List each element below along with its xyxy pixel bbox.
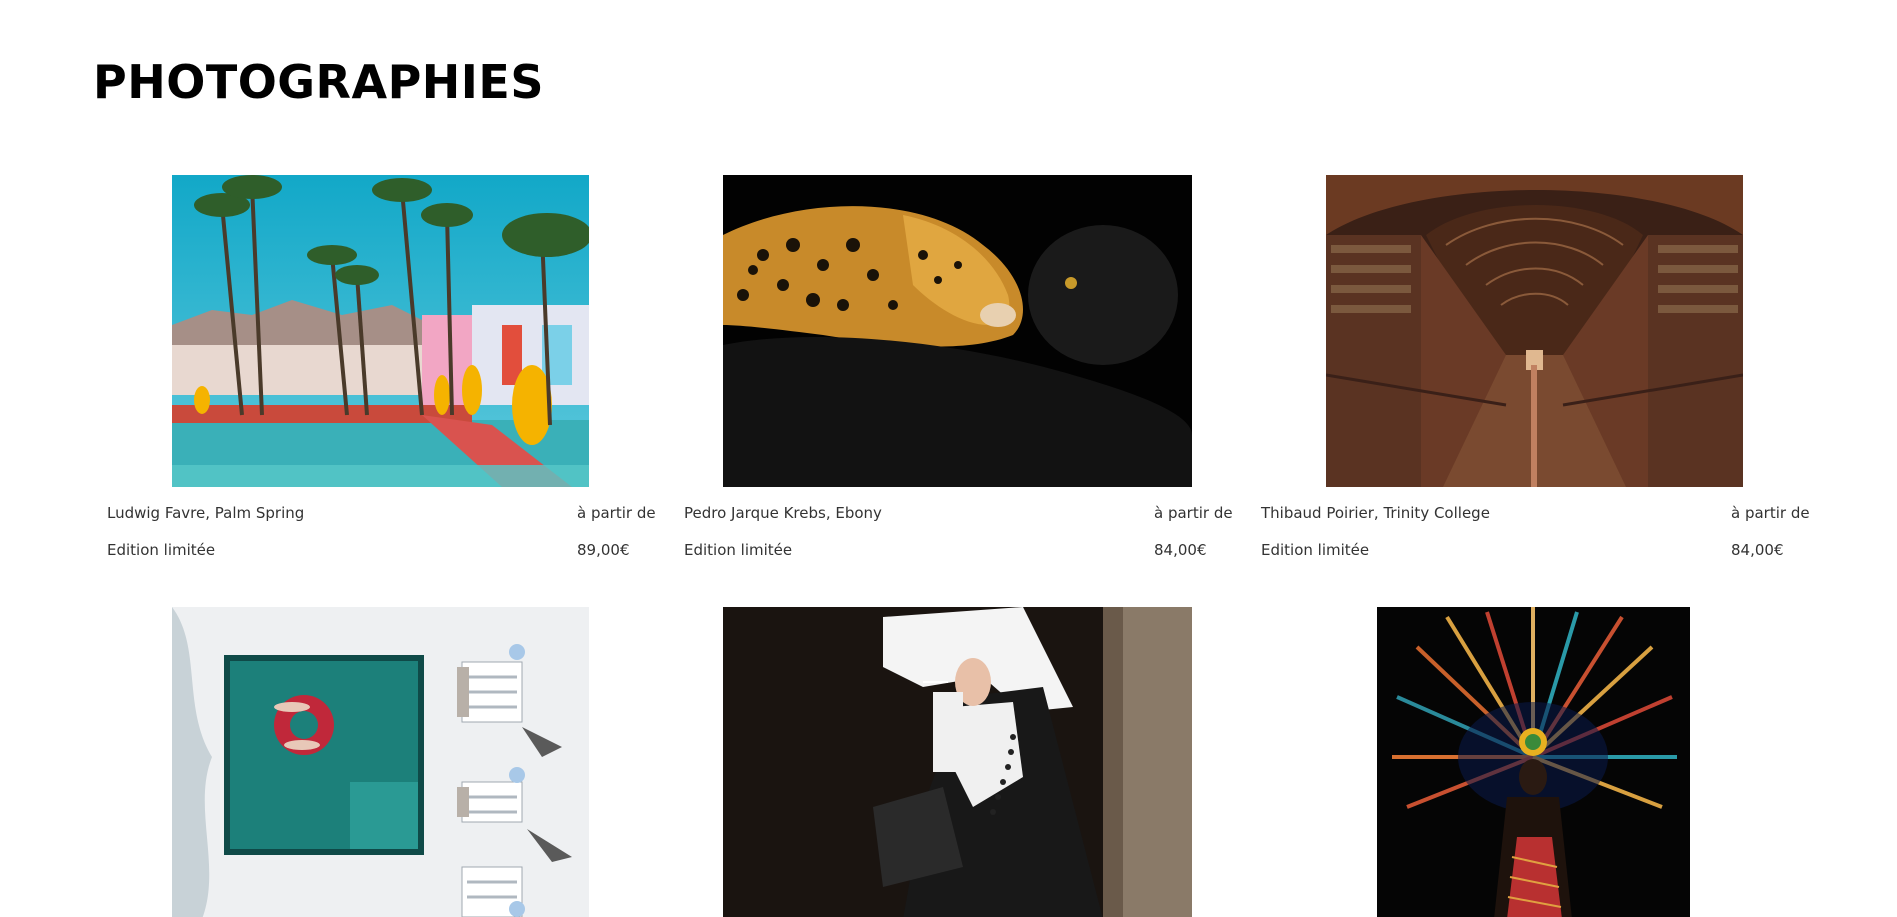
palm-springs-pool-photo: [172, 175, 589, 487]
product-image-headdress[interactable]: [1377, 607, 1690, 917]
product-edition: Edition limitée: [684, 541, 793, 559]
product-price-prefix: à partir de: [1154, 504, 1233, 522]
product-price: 84,00€: [1731, 541, 1784, 559]
aerial-pool-photo: [172, 607, 589, 917]
product-image-ebony[interactable]: [723, 175, 1192, 487]
product-edition: Edition limitée: [1261, 541, 1370, 559]
product-artist-title[interactable]: Ludwig Favre, Palm Spring: [107, 503, 304, 523]
product-artist-title[interactable]: Pedro Jarque Krebs, Ebony: [684, 503, 882, 523]
feather-headdress-photo: [1377, 607, 1690, 917]
product-image-palm-spring[interactable]: [172, 175, 589, 487]
product-price: 84,00€: [1154, 541, 1207, 559]
page: PHOTOGRAPHIES Ludwig Favre, Palm Spring …: [0, 0, 1897, 917]
library-hall-photo: [1326, 175, 1743, 487]
product-image-aerial-pool[interactable]: [172, 607, 589, 917]
page-title: PHOTOGRAPHIES: [93, 55, 544, 109]
product-price-prefix: à partir de: [1731, 504, 1810, 522]
product-price: 89,00€: [577, 541, 630, 559]
product-edition: Edition limitée: [107, 541, 216, 559]
product-image-trinity-college[interactable]: [1326, 175, 1743, 487]
jaguar-panther-photo: [723, 175, 1192, 487]
product-image-nun[interactable]: [723, 607, 1192, 917]
product-artist-title[interactable]: Thibaud Poirier, Trinity College: [1261, 503, 1490, 523]
product-price-prefix: à partir de: [577, 504, 656, 522]
nun-smoking-photo: [723, 607, 1192, 917]
